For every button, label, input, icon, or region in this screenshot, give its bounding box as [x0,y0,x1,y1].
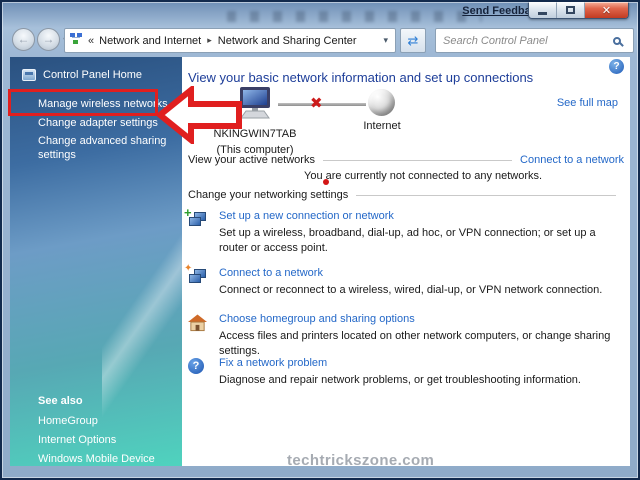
task-title[interactable]: Connect to a network [219,267,602,279]
sidebar-item-homegroup[interactable]: HomeGroup [38,414,98,428]
connection-status-text: You are currently not connected to any n… [304,170,542,182]
control-panel-home-label: Control Panel Home [43,69,142,81]
back-button[interactable]: ← [12,28,35,51]
search-input[interactable] [436,35,613,47]
network-icon [69,32,83,49]
breadcrumb-network-and-internet[interactable]: Network and Internet [99,35,201,47]
task-connect-to-network[interactable]: ✦ Connect to a network Connect or reconn… [188,267,616,298]
computer-icon [232,87,278,121]
watermark-text: techtrickszone.com [287,452,434,466]
close-button[interactable]: ✕ [585,2,628,18]
minimize-icon [538,12,547,15]
sidebar-item-control-panel-home[interactable]: Control Panel Home [22,69,142,81]
see-also-header: See also [38,395,83,407]
breadcrumb-separator-icon: ▸ [207,35,212,46]
active-networks-label: View your active networks [188,154,315,166]
task-title[interactable]: Choose homegroup and sharing options [219,313,616,325]
troubleshoot-question-icon: ? [188,358,208,388]
address-bar[interactable]: « Network and Internet ▸ Network and Sha… [64,28,396,53]
computer-name-label: NKINGWIN7TAB [207,128,303,142]
task-title[interactable]: Set up a new connection or network [219,210,616,222]
forward-icon: → [43,32,55,46]
sidebar-item-windows-mobile-device-center[interactable]: Windows Mobile Device Center [38,452,182,466]
sidebar-item-manage-wireless-networks[interactable]: Manage wireless networks [38,97,168,111]
sidebar-item-change-advanced-sharing-settings[interactable]: Change advanced sharing settings [38,134,172,163]
sidebar-item-change-adapter-settings[interactable]: Change adapter settings [38,116,158,130]
screenshot: Send Feedback ✕ ← → ▾ « Network and Inte… [0,0,640,480]
homegroup-house-icon [188,314,208,360]
disconnected-x-icon: ✖ [310,94,323,112]
glass-reflection [227,11,482,22]
search-icon[interactable] [613,37,621,45]
breadcrumb-network-and-sharing-center[interactable]: Network and Sharing Center [218,35,357,47]
new-connection-icon: + [188,211,208,257]
task-description: Access files and printers located on oth… [219,329,616,360]
maximize-icon [566,6,575,14]
divider [323,160,512,161]
help-icon[interactable]: ? [609,59,624,74]
internet-label: Internet [350,120,414,132]
change-settings-row: Change your networking settings [188,189,624,201]
refresh-button[interactable]: ⇄ [400,28,426,53]
see-full-map-link[interactable]: See full map [557,97,618,109]
maximize-button[interactable] [557,2,585,18]
star-badge-icon: ✦ [184,263,192,274]
plus-badge-icon: + [184,205,192,220]
this-computer-node[interactable]: NKINGWIN7TAB (This computer) [207,87,303,158]
connect-network-icon: ✦ [188,268,208,298]
network-sharing-center-window: Send Feedback ✕ ← → ▾ « Network and Inte… [0,0,640,480]
task-title[interactable]: Fix a network problem [219,357,581,369]
control-panel-icon [22,69,36,81]
close-icon: ✕ [602,4,611,17]
active-networks-row: View your active networks Connect to a n… [188,154,624,166]
search-box [435,28,634,53]
connect-to-network-link[interactable]: Connect to a network [520,154,624,166]
task-description: Diagnose and repair network problems, or… [219,373,581,388]
forward-button[interactable]: → [37,28,60,51]
task-choose-homegroup[interactable]: Choose homegroup and sharing options Acc… [188,313,616,360]
sidebar-item-internet-options[interactable]: Internet Options [38,433,116,447]
breadcrumb-overflow-chevron[interactable]: « [88,35,94,47]
internet-globe-icon[interactable] [368,89,395,116]
task-set-up-new-connection[interactable]: + Set up a new connection or network Set… [188,210,616,257]
sidebar: Control Panel Home Manage wireless netwo… [10,57,182,466]
nav-buttons: ← → ▾ [12,28,67,51]
annotation-red-dot [323,179,329,185]
main-content: ? View your basic network information an… [182,57,630,466]
task-fix-network-problem[interactable]: ? Fix a network problem Diagnose and rep… [188,357,616,388]
change-settings-header: Change your networking settings [188,189,348,201]
task-description: Connect or reconnect to a wireless, wire… [219,283,602,298]
window-controls: ✕ [528,2,629,19]
divider [356,195,616,196]
minimize-button[interactable] [529,2,557,18]
page-title: View your basic network information and … [188,70,533,85]
navigation-toolbar: ← → ▾ « Network and Internet ▸ Network a… [4,24,636,57]
title-bar[interactable]: Send Feedback ✕ [2,2,638,24]
back-icon: ← [18,32,30,46]
refresh-icon: ⇄ [408,33,419,49]
task-description: Set up a wireless, broadband, dial-up, a… [219,226,616,257]
address-dropdown-icon[interactable]: ▾ [380,35,391,46]
